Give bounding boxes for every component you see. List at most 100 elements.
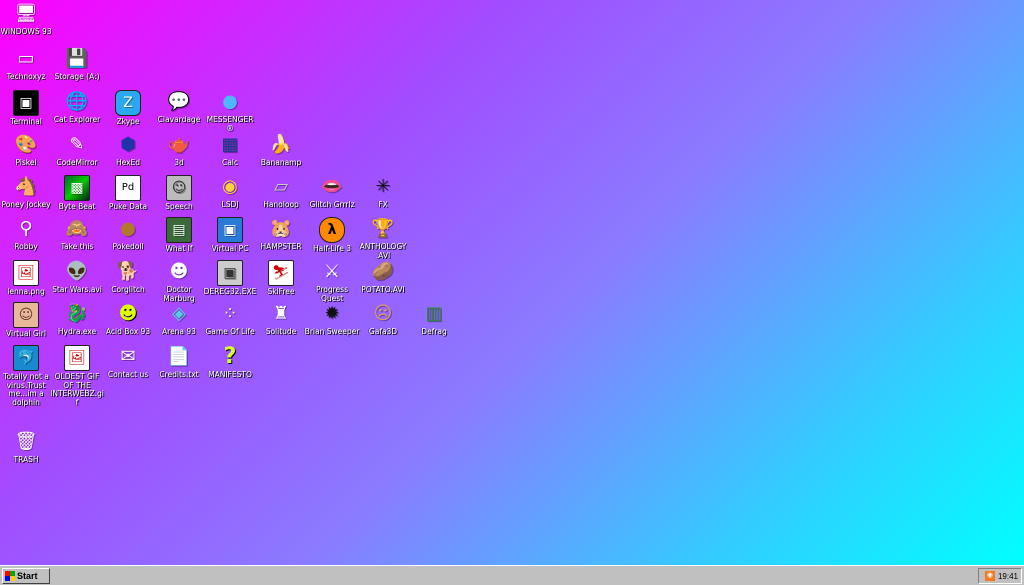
skier-icon: ⛷	[268, 260, 294, 286]
envelope-icon: ✉	[120, 346, 136, 367]
icon-label: Byte Beat	[58, 202, 96, 211]
3d-icon[interactable]: 🫖 3d	[153, 133, 205, 168]
progress-quest-icon[interactable]: ⚔ Progress Quest	[306, 260, 358, 303]
bananamp-icon[interactable]: 🍌 Bananamp	[255, 133, 307, 168]
icon-label: Credits.txt	[159, 370, 199, 379]
icon-label: Acid Box 93	[105, 327, 151, 336]
lenna-icon[interactable]: 🖼 lenna.png	[0, 260, 52, 297]
pd-icon: Pd	[115, 175, 141, 201]
hanoloop-icon[interactable]: ▱ Hanoloop	[255, 175, 307, 210]
computer-monitor-icon: ▣	[217, 260, 243, 286]
trash-icon[interactable]: 🗑 TRASH	[0, 430, 52, 465]
fx-icon[interactable]: ✳ FX	[357, 175, 409, 210]
icon-label: Game Of Life	[205, 327, 255, 336]
icon-label: Progress Quest	[315, 285, 348, 303]
icon-label: Star Wars.avi	[52, 285, 102, 294]
icon-label: Technoxyz	[6, 72, 46, 81]
terminal-icon[interactable]: ▣ Terminal	[0, 90, 52, 127]
icon-label: lenna.png	[7, 287, 45, 296]
icon-label: Totally not a virus.Trust me...im a dolp…	[3, 372, 49, 407]
corglitch-icon[interactable]: 🐕 Corglitch	[102, 260, 154, 295]
icon-label: HAMPSTER	[260, 242, 302, 251]
pokedoll-icon[interactable]: ● Pokedoll	[102, 217, 154, 252]
icon-label: Glitch Grrrlz	[309, 200, 355, 209]
tower-icon: ♜	[272, 303, 290, 324]
solitude-icon[interactable]: ♜ Solitude	[255, 302, 307, 337]
oldest-gif-icon[interactable]: 🖼 OLDEST GIF OF THE INTERWEBZ.gif	[50, 345, 104, 407]
contact-us-icon[interactable]: ✉ Contact us	[102, 345, 154, 380]
virtual-girl-icon[interactable]: ☺ Virtual Girl	[0, 302, 52, 339]
terminal-glyph-icon: ▣	[13, 90, 39, 116]
icon-label: Doctor Marburg	[163, 285, 195, 303]
swords-icon: ⚔	[323, 261, 341, 282]
icon-label: Hydra.exe	[57, 327, 97, 336]
glitch-grrrlz-icon[interactable]: 👄 Glitch Grrrlz	[306, 175, 358, 210]
zkype-icon[interactable]: Z Zkype	[102, 90, 154, 127]
icon-label: What If	[165, 244, 193, 253]
gif-file-icon: 🖼	[64, 345, 90, 371]
icon-label: ANTHOLOGY .AVI	[359, 242, 407, 260]
calc-icon[interactable]: ▦ Calc	[204, 133, 256, 168]
cells-icon: ⁘	[222, 303, 238, 324]
calculator-icon: ▦	[221, 134, 239, 155]
dereg32-icon[interactable]: ▣ DEREG32.EXE	[204, 260, 256, 297]
teapot-icon: 🫖	[167, 134, 191, 155]
storage-icon[interactable]: 💾 Storage (A:)	[51, 47, 103, 82]
arena-93-icon[interactable]: ◈ Arena 93	[153, 302, 205, 337]
puke-data-icon[interactable]: Pd Puke Data	[102, 175, 154, 212]
clavardage-icon[interactable]: 💬 Clavardage	[153, 90, 205, 125]
game-of-life-icon[interactable]: ⁘ Game Of Life	[204, 302, 256, 337]
virtual-pc-icon[interactable]: ▣ Virtual PC	[204, 217, 256, 254]
skifree-icon[interactable]: ⛷ SkiFree	[255, 260, 307, 297]
taskbar: Start ◉ 19:41	[0, 565, 1024, 585]
icon-label: CodeMirror	[56, 158, 98, 167]
icon-label: SkiFree	[267, 287, 295, 296]
cat-explorer-icon[interactable]: 🌐 Cat Explorer	[51, 90, 103, 125]
icon-label: LSDJ	[221, 200, 239, 209]
potato-avi-icon[interactable]: 🥔 POTATO.AVI	[357, 260, 409, 295]
doctor-marburg-icon[interactable]: ☻ Doctor Marburg	[153, 260, 205, 303]
icon-label: Brian Sweeper	[304, 327, 360, 336]
what-if-icon[interactable]: ▤ What If	[153, 217, 205, 254]
windows-logo-icon	[5, 571, 15, 581]
half-life-3-icon[interactable]: λ Half-Life 3	[306, 217, 358, 254]
take-this-icon[interactable]: 🙈 Take this	[51, 217, 103, 252]
bytebeat-glyph-icon: ▩	[64, 175, 90, 201]
poney-jockey-icon[interactable]: 🐴 Poney Jockey	[0, 175, 52, 210]
robby-icon[interactable]: ⚲ Robby	[0, 217, 52, 252]
manifesto-icon[interactable]: ? MANIFESTO	[204, 345, 256, 380]
hydra-icon[interactable]: 🐉 Hydra.exe	[51, 302, 103, 337]
star-wars-icon[interactable]: 👽 Star Wars.avi	[51, 260, 103, 295]
acid-box-icon[interactable]: ☻ Acid Box 93	[102, 302, 154, 337]
codemirror-icon[interactable]: ✎ CodeMirror	[51, 133, 103, 168]
byte-beat-icon[interactable]: ▩ Byte Beat	[51, 175, 103, 212]
dolphin-icon: 🐬	[13, 345, 39, 371]
messenger-icon[interactable]: ● MESSENGER ®	[204, 90, 256, 133]
dolphin-virus-icon[interactable]: 🐬 Totally not a virus.Trust me...im a do…	[0, 345, 52, 407]
hexed-icon[interactable]: ⬢ HexEd	[102, 133, 154, 168]
start-button[interactable]: Start	[2, 568, 50, 584]
anthology-icon[interactable]: 🏆 ANTHOLOGY .AVI	[357, 217, 409, 260]
zkype-glyph-icon: Z	[115, 90, 141, 116]
icon-label: Gafa3D	[368, 327, 398, 336]
cube-icon: ◈	[172, 303, 186, 324]
rss-icon[interactable]: ◉	[984, 571, 995, 581]
drive-icon: ▭	[17, 48, 35, 69]
lsdj-icon[interactable]: ◉ LSDJ	[204, 175, 256, 210]
windows93-icon[interactable]: 🖥 WINDOWS 93	[0, 2, 52, 37]
icon-label: MESSENGER ®	[206, 115, 254, 133]
icon-label: Clavardage	[157, 115, 201, 124]
speech-icon[interactable]: ☺ Speech	[153, 175, 205, 212]
defrag-icon[interactable]: ▥ Defrag	[408, 302, 460, 337]
gafa3d-icon[interactable]: ☹ Gafa3D	[357, 302, 409, 337]
corgi-icon: 🐕	[116, 261, 140, 282]
brian-sweeper-icon[interactable]: ✹ Brian Sweeper	[304, 302, 360, 337]
star-icon: ✳	[375, 176, 391, 197]
icon-label: Robby	[14, 242, 38, 251]
icon-label: Speech	[165, 202, 193, 211]
hampster-icon[interactable]: 🐹 HAMPSTER	[255, 217, 307, 252]
technoxyz-icon[interactable]: ▭ Technoxyz	[0, 47, 52, 82]
piskel-icon[interactable]: 🎨 Piskel	[0, 133, 52, 168]
buddies-icon: ●	[222, 91, 238, 112]
credits-txt-icon[interactable]: 📄 Credits.txt	[153, 345, 205, 380]
